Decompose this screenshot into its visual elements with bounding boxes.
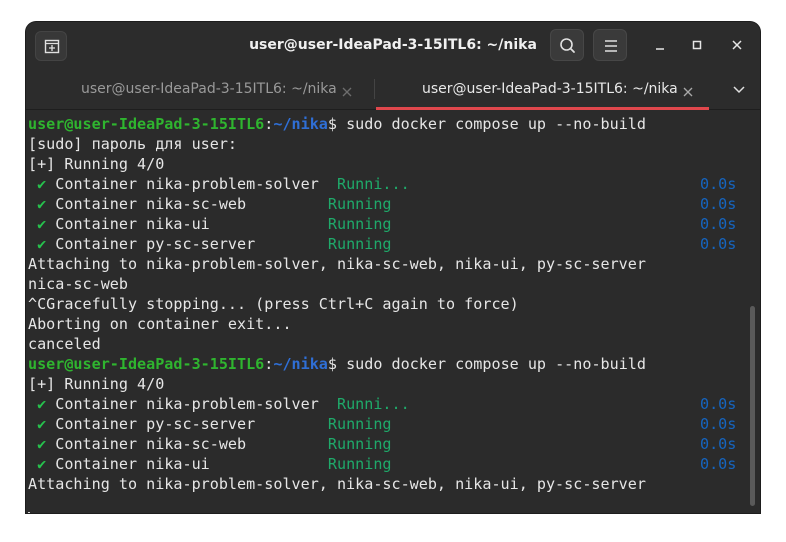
tab-label: user@user-IdeaPad-3-15ITL6: ~/nika bbox=[422, 81, 678, 97]
close-icon bbox=[732, 40, 742, 50]
output-line: [+] Running 4/0 bbox=[28, 375, 165, 393]
tab-active[interactable]: user@user-IdeaPad-3-15ITL6: ~/nika bbox=[376, 68, 709, 110]
close-icon bbox=[342, 87, 352, 97]
container-status: Running bbox=[327, 415, 392, 433]
check-icon: ✔ bbox=[28, 415, 47, 433]
minimize-icon bbox=[656, 48, 664, 50]
close-window-button[interactable] bbox=[725, 33, 749, 57]
close-icon bbox=[683, 87, 693, 97]
output-line: nica-sc-web bbox=[28, 275, 128, 293]
container-name: Container py-sc-server bbox=[46, 415, 328, 433]
output-line: Attaching to nika-problem-solver, nika-s… bbox=[28, 475, 646, 493]
container-name: Container nika-problem-solver bbox=[46, 175, 337, 193]
output-line: [sudo] пароль для user: bbox=[28, 135, 238, 153]
container-time: 0.0s bbox=[700, 235, 737, 253]
command-text: sudo docker compose up --no-build bbox=[337, 355, 646, 373]
prompt-colon: : bbox=[264, 115, 274, 133]
container-status-line: ✔ Container nika-problem-solver Runni... bbox=[28, 174, 410, 194]
container-name: Container nika-ui bbox=[46, 455, 328, 473]
container-status: Running bbox=[327, 195, 392, 213]
container-status: Runni... bbox=[336, 175, 410, 193]
tab-bar: user@user-IdeaPad-3-15ITL6: ~/nika user@… bbox=[26, 68, 760, 110]
chevron-down-icon bbox=[733, 86, 745, 94]
output-line: [+] Running 4/0 bbox=[28, 155, 165, 173]
text-cursor bbox=[28, 512, 30, 513]
maximize-icon bbox=[692, 40, 702, 50]
container-status: Running bbox=[327, 435, 392, 453]
container-time: 0.0s bbox=[700, 455, 737, 473]
container-time: 0.0s bbox=[700, 435, 737, 453]
check-icon: ✔ bbox=[28, 215, 47, 233]
tab-list-dropdown[interactable] bbox=[726, 82, 752, 98]
container-name: Container nika-sc-web bbox=[46, 435, 328, 453]
container-status: Running bbox=[327, 455, 392, 473]
tab-divider bbox=[374, 79, 375, 99]
prompt-dollar: $ bbox=[327, 115, 337, 133]
container-status: Running bbox=[327, 215, 392, 233]
container-status-line: ✔ Container nika-sc-web Running bbox=[28, 194, 392, 214]
tab-label: user@user-IdeaPad-3-15ITL6: ~/nika bbox=[81, 81, 337, 97]
terminal-window: user@user-IdeaPad-3-15ITL6: ~/nika user@… bbox=[26, 22, 760, 513]
check-icon: ✔ bbox=[28, 235, 47, 253]
container-time: 0.0s bbox=[700, 195, 737, 213]
prompt-path: ~/nika bbox=[273, 355, 328, 373]
maximize-button[interactable] bbox=[685, 33, 709, 57]
output-line: canceled bbox=[28, 335, 101, 353]
container-status-line: ✔ Container nika-ui Running bbox=[28, 454, 392, 474]
container-status-line: ✔ Container py-sc-server Running bbox=[28, 414, 392, 434]
tab-close-button[interactable] bbox=[341, 83, 353, 97]
prompt-user: user@user-IdeaPad-3-15ITL6 bbox=[28, 355, 265, 373]
container-status: Running bbox=[327, 235, 392, 253]
check-icon: ✔ bbox=[28, 195, 47, 213]
container-time: 0.0s bbox=[700, 395, 737, 413]
check-icon: ✔ bbox=[28, 455, 47, 473]
container-name: Container nika-ui bbox=[46, 215, 328, 233]
container-status-line: ✔ Container nika-problem-solver Runni... bbox=[28, 394, 410, 414]
prompt-user: user@user-IdeaPad-3-15ITL6 bbox=[28, 115, 265, 133]
scrollbar[interactable] bbox=[750, 306, 755, 506]
check-icon: ✔ bbox=[28, 435, 47, 453]
tab-inactive[interactable]: user@user-IdeaPad-3-15ITL6: ~/nika bbox=[26, 68, 374, 110]
menu-button[interactable] bbox=[593, 29, 627, 61]
output-line: Aborting on container exit... bbox=[28, 315, 292, 333]
hamburger-menu-icon bbox=[605, 40, 617, 52]
prompt-path: ~/nika bbox=[273, 115, 328, 133]
search-button[interactable] bbox=[550, 29, 584, 61]
output-line: Attaching to nika-problem-solver, nika-s… bbox=[28, 255, 646, 273]
container-time: 0.0s bbox=[700, 415, 737, 433]
check-icon: ✔ bbox=[28, 395, 47, 413]
prompt-line: user@user-IdeaPad-3-15ITL6:~/nika$ sudo … bbox=[28, 354, 646, 374]
container-status: Runni... bbox=[336, 395, 410, 413]
command-text: sudo docker compose up --no-build bbox=[337, 115, 646, 133]
tab-close-button[interactable] bbox=[682, 83, 694, 97]
container-time: 0.0s bbox=[700, 215, 737, 233]
container-name: Container nika-problem-solver bbox=[46, 395, 337, 413]
prompt-dollar: $ bbox=[327, 355, 337, 373]
window-title: user@user-IdeaPad-3-15ITL6: ~/nika bbox=[249, 37, 537, 53]
minimize-button[interactable] bbox=[648, 33, 672, 57]
prompt-line: user@user-IdeaPad-3-15ITL6:~/nika$ sudo … bbox=[28, 114, 646, 134]
prompt-colon: : bbox=[264, 355, 274, 373]
terminal-output[interactable]: user@user-IdeaPad-3-15ITL6:~/nika$ sudo … bbox=[26, 110, 760, 513]
container-name: Container nika-sc-web bbox=[46, 195, 328, 213]
container-status-line: ✔ Container py-sc-server Running bbox=[28, 234, 392, 254]
container-status-line: ✔ Container nika-sc-web Running bbox=[28, 434, 392, 454]
new-tab-icon bbox=[44, 39, 60, 54]
container-status-line: ✔ Container nika-ui Running bbox=[28, 214, 392, 234]
container-time: 0.0s bbox=[700, 175, 737, 193]
new-tab-button[interactable] bbox=[35, 31, 67, 61]
output-line: ^CGracefully stopping... (press Ctrl+C a… bbox=[28, 295, 519, 313]
title-bar: user@user-IdeaPad-3-15ITL6: ~/nika bbox=[26, 22, 760, 68]
check-icon: ✔ bbox=[28, 175, 47, 193]
search-icon bbox=[560, 38, 575, 53]
container-name: Container py-sc-server bbox=[46, 235, 328, 253]
